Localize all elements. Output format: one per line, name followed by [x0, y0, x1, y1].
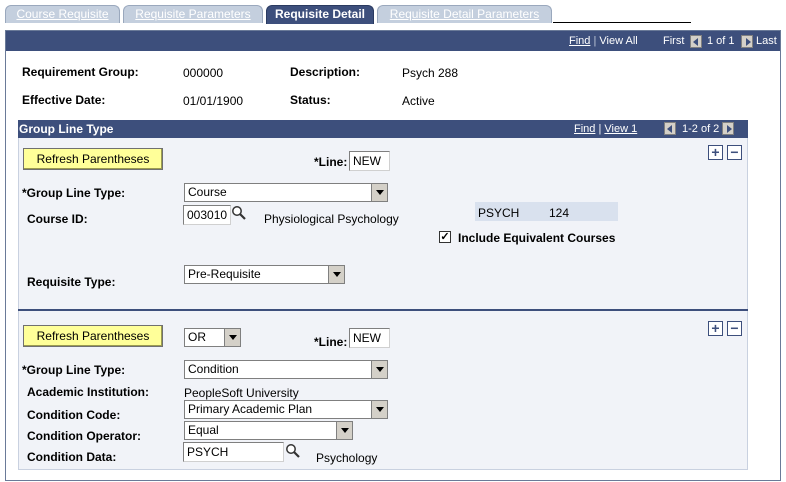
group-counter: 1-2 of 2 [682, 123, 720, 135]
course-title: Physiological Psychology [264, 212, 399, 226]
last-link[interactable]: Last [756, 31, 777, 51]
condition-operator-value: Equal [188, 423, 219, 437]
group-view-link[interactable]: View 1 [604, 123, 637, 135]
group-header-bar [18, 120, 748, 138]
chevron-down-icon [371, 401, 387, 418]
course-subject: PSYCH [478, 206, 520, 220]
connector-value: OR [188, 330, 206, 344]
record-nav-find: Find | View All [569, 31, 638, 51]
course-id-label: Course ID: [27, 212, 88, 226]
tab-requisite-detail-parameters[interactable]: Requisite Detail Parameters [377, 5, 552, 23]
description-label: Description: [290, 65, 361, 79]
next-arrow-icon[interactable] [741, 35, 753, 48]
group-nav-separator: | [598, 123, 602, 135]
chevron-down-icon [336, 422, 352, 439]
line-label: *Line: [314, 155, 348, 169]
search-icon[interactable] [231, 205, 247, 221]
tab-label: Requisite Parameters [135, 7, 251, 21]
group-nav-links: Find | View 1 [574, 120, 637, 138]
refresh-parentheses-button[interactable]: Refresh Parentheses [23, 148, 163, 170]
add-row-icon[interactable]: + [708, 145, 723, 160]
group-next-arrow-icon[interactable] [722, 122, 734, 135]
condition-data-field[interactable]: PSYCH [183, 442, 284, 462]
first-link[interactable]: First [663, 31, 684, 51]
effective-date-value: 01/01/1900 [183, 94, 244, 108]
search-icon[interactable] [285, 443, 301, 459]
line-label-2: *Line: [314, 335, 348, 349]
group-title: Group Line Type [19, 122, 114, 136]
chevron-down-icon [371, 184, 387, 201]
group-line-type-select-2[interactable]: Condition [184, 360, 388, 379]
tab-label: Requisite Detail Parameters [389, 7, 540, 21]
status-label: Status: [290, 93, 331, 107]
view-all-link[interactable]: View All [599, 35, 637, 47]
tab-label: Course Requisite [16, 7, 109, 21]
condition-code-value: Primary Academic Plan [188, 402, 313, 416]
row-divider [18, 309, 748, 311]
requisite-type-select[interactable]: Pre-Requisite [184, 265, 345, 284]
requirement-group-value: 000000 [183, 66, 224, 80]
tab-course-requisite[interactable]: Course Requisite [5, 5, 120, 23]
condition-data-label: Condition Data: [27, 450, 117, 464]
tab-divider [553, 22, 691, 23]
refresh-parentheses-button-2[interactable]: Refresh Parentheses [23, 325, 163, 347]
course-catalog-nbr: 124 [549, 206, 570, 220]
academic-institution-value: PeopleSoft University [184, 386, 299, 400]
tab-requisite-parameters[interactable]: Requisite Parameters [123, 5, 263, 23]
add-row-icon-2[interactable]: + [708, 321, 723, 336]
condition-operator-label: Condition Operator: [27, 429, 141, 443]
group-line-type-select[interactable]: Course [184, 183, 388, 202]
group-find-link[interactable]: Find [574, 123, 595, 135]
nav-separator: | [593, 35, 597, 47]
group-line-type-label: *Group Line Type: [22, 186, 126, 200]
prev-arrow-icon[interactable] [690, 35, 702, 48]
status-value: Active [402, 94, 435, 108]
condition-code-select[interactable]: Primary Academic Plan [184, 400, 388, 419]
requirement-group-label: Requirement Group: [22, 65, 139, 79]
condition-code-label: Condition Code: [27, 408, 121, 422]
chevron-down-icon [328, 266, 344, 283]
condition-data-desc: Psychology [316, 451, 378, 465]
requisite-type-label: Requisite Type: [27, 275, 116, 289]
include-equivalent-label: Include Equivalent Courses [458, 231, 616, 245]
tab-requisite-detail[interactable]: Requisite Detail [266, 5, 374, 24]
group-prev-arrow-icon[interactable] [664, 122, 676, 135]
chevron-down-icon [224, 329, 240, 346]
tab-label: Requisite Detail [274, 7, 366, 21]
group-line-type-label-2: *Group Line Type: [22, 363, 126, 377]
connector-select[interactable]: OR [184, 328, 241, 347]
record-counter: 1 of 1 [707, 35, 735, 47]
include-equivalent-checkbox[interactable]: ✓ [439, 231, 451, 243]
condition-operator-select[interactable]: Equal [184, 421, 353, 440]
academic-institution-label: Academic Institution: [27, 385, 150, 399]
requisite-type-value: Pre-Requisite [188, 267, 261, 281]
delete-row-icon[interactable]: − [727, 145, 742, 160]
line-field-2[interactable]: NEW [349, 328, 390, 348]
effective-date-label: Effective Date: [22, 93, 106, 107]
group-line-type-value: Course [188, 185, 227, 199]
group-line-type-value-2: Condition [188, 362, 239, 376]
chevron-down-icon [371, 361, 387, 378]
delete-row-icon-2[interactable]: − [727, 321, 742, 336]
find-link[interactable]: Find [569, 35, 590, 47]
description-value: Psych 288 [402, 66, 459, 80]
course-id-field[interactable]: 003010 [183, 205, 231, 225]
line-field[interactable]: NEW [349, 151, 390, 171]
